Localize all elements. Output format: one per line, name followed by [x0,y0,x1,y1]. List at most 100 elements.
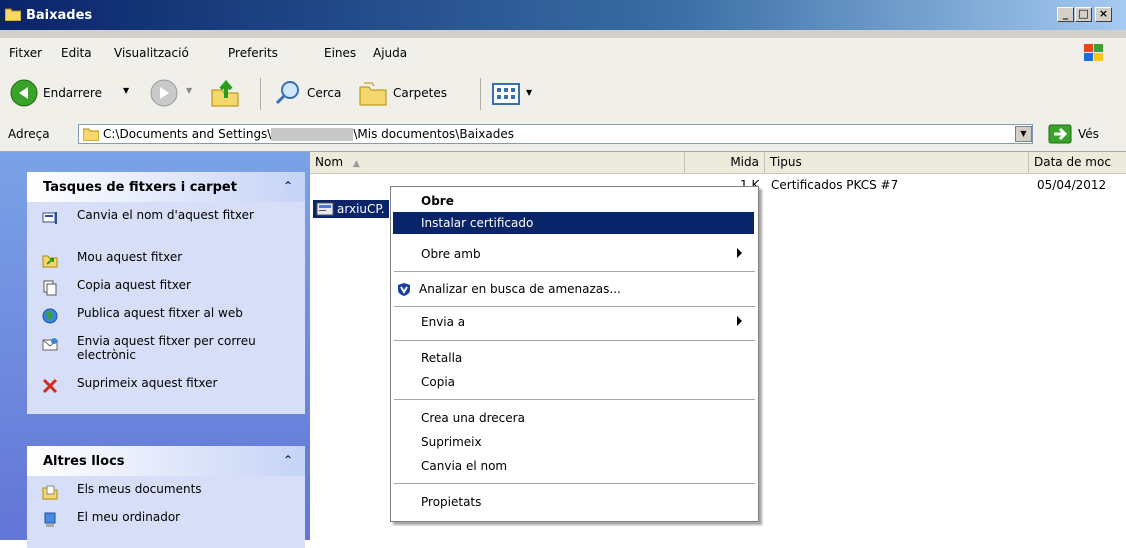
task-delete[interactable]: Suprimeix aquest fitxer [27,376,305,404]
title-gap [0,30,1126,38]
menu-visualitzacio[interactable]: Visualització [114,46,189,60]
menu-separator [394,340,755,341]
menu-send-to[interactable]: Envia a [393,311,754,333]
up-folder-icon[interactable] [210,78,240,108]
menu-open-with[interactable]: Obre amb [393,243,754,265]
menu-separator [394,306,755,307]
menu-create-shortcut-label: Crea una drecera [421,411,525,425]
menu-edita[interactable]: Edita [61,46,92,60]
column-size-label: Mida [730,155,759,169]
address-path-prefix: C:\Documents and Settings\ [103,127,272,141]
menu-bar: Fitxer Edita Visualització Preferits Ein… [0,38,1126,69]
close-button[interactable]: × [1095,7,1112,22]
menu-cut[interactable]: Retalla [393,347,754,369]
address-input[interactable]: C:\Documents and Settings\ \Mis documento… [78,124,1033,144]
redacted-username [271,128,354,141]
column-header-size[interactable]: Mida [685,152,765,174]
task-copy[interactable]: Copia aquest fitxer [27,278,305,306]
windows-logo-icon [1084,44,1103,61]
other-places-header[interactable]: Altres llocs ⌃ [27,446,305,476]
menu-separator [394,271,755,272]
menu-delete[interactable]: Suprimeix [393,431,754,453]
go-arrow-icon[interactable] [1048,124,1072,144]
collapse-chevron-icon[interactable]: ⌃ [283,179,293,193]
title-bar[interactable]: Baixades _ □ × [0,0,1126,30]
views-dropdown-icon[interactable]: ▼ [526,88,532,97]
menu-rename-label: Canvia el nom [421,459,508,473]
column-header-type[interactable]: Tipus [765,152,1029,174]
menu-properties[interactable]: Propietats [393,491,754,513]
address-dropdown-button[interactable]: ▼ [1015,126,1032,142]
task-delete-label: Suprimeix aquest fitxer [77,376,218,390]
other-places-panel: Altres llocs ⌃ Els meus documents El meu… [27,446,305,548]
my-computer-icon [44,512,56,527]
go-label[interactable]: Vés [1078,127,1099,141]
folders-icon[interactable] [358,79,388,107]
file-date: 05/04/2012 [1037,178,1107,192]
address-bar: Adreça C:\Documents and Settings\ \Mis do… [0,117,1126,152]
toolbar: Endarrere ▼ ▼ Cerca Carpetes ▼ [0,68,1126,118]
menu-open[interactable]: Obre [393,190,754,212]
file-tasks-list: Canvia el nom d'aquest fitxer Mou aquest… [27,202,305,414]
task-copy-label: Copia aquest fitxer [77,278,191,292]
menu-eines[interactable]: Eines [324,46,356,60]
menu-separator [394,399,755,400]
search-icon[interactable] [274,79,302,107]
menu-ajuda[interactable]: Ajuda [373,46,407,60]
file-name-cell[interactable]: arxiuCP. [313,200,389,218]
address-path: C:\Documents and Settings\ \Mis documento… [103,127,514,141]
column-name-label: Nom [315,155,344,169]
menu-delete-label: Suprimeix [421,435,482,449]
copy-icon [43,280,57,296]
menu-open-with-label: Obre amb [421,247,481,261]
rename-icon [42,212,57,224]
menu-create-shortcut[interactable]: Crea una drecera [393,407,754,429]
forward-dropdown-icon[interactable]: ▼ [186,86,192,95]
address-path-suffix: \Mis documentos\Baixades [353,127,514,141]
back-dropdown-icon[interactable]: ▼ [123,86,129,95]
task-rename[interactable]: Canvia el nom d'aquest fitxer [27,208,305,250]
collapse-chevron-icon[interactable]: ⌃ [283,453,293,467]
menu-send-to-label: Envia a [421,315,466,329]
menu-properties-label: Propietats [421,495,482,509]
task-email[interactable]: Envia aquest fitxer per correu electròni… [27,334,305,376]
maximize-button[interactable]: □ [1075,7,1092,22]
toolbar-separator-2 [480,78,481,110]
menu-fitxer[interactable]: Fitxer [9,46,42,60]
menu-open-label: Obre [421,194,454,208]
minimize-button[interactable]: _ [1057,7,1074,22]
folder-icon [5,8,21,21]
sort-ascending-icon: ▲ [352,159,360,169]
menu-install-certificate[interactable]: Instalar certificado [393,212,754,234]
task-move[interactable]: Mou aquest fitxer [27,250,305,278]
file-tasks-title: Tasques de fitxers i carpet [43,180,237,195]
forward-arrow-icon[interactable] [150,79,178,107]
menu-rename[interactable]: Canvia el nom [393,455,754,477]
search-label[interactable]: Cerca [307,86,341,100]
place-my-documents[interactable]: Els meus documents [27,482,305,510]
column-header-name[interactable]: Nom ▲ [310,152,685,174]
column-type-label: Tipus [770,155,802,169]
task-rename-label: Canvia el nom d'aquest fitxer [77,208,254,222]
submenu-arrow-icon [737,316,742,326]
submenu-arrow-icon [737,248,742,258]
address-label: Adreça [8,127,50,141]
my-documents-icon [42,485,58,500]
file-tasks-header[interactable]: Tasques de fitxers i carpet ⌃ [27,172,305,202]
antivirus-shield-icon [398,283,410,296]
menu-preferits[interactable]: Preferits [228,46,278,60]
back-arrow-icon[interactable] [10,79,38,107]
window-title: Baixades [26,8,93,23]
column-header-date[interactable]: Data de moc [1029,152,1126,174]
place-my-computer[interactable]: El meu ordinador [27,510,305,538]
place-my-computer-label: El meu ordinador [77,510,181,524]
views-icon[interactable] [492,83,520,105]
task-publish-web[interactable]: Publica aquest fitxer al web [27,306,305,334]
folders-label[interactable]: Carpetes [393,86,447,100]
menu-scan-threats[interactable]: Analizar en busca de amenazas... [393,278,754,300]
back-label[interactable]: Endarrere [43,86,102,100]
menu-copy[interactable]: Copia [393,371,754,393]
place-my-documents-label: Els meus documents [77,482,202,496]
other-places-list: Els meus documents El meu ordinador [27,476,305,548]
file-name: arxiuCP. [337,202,385,216]
